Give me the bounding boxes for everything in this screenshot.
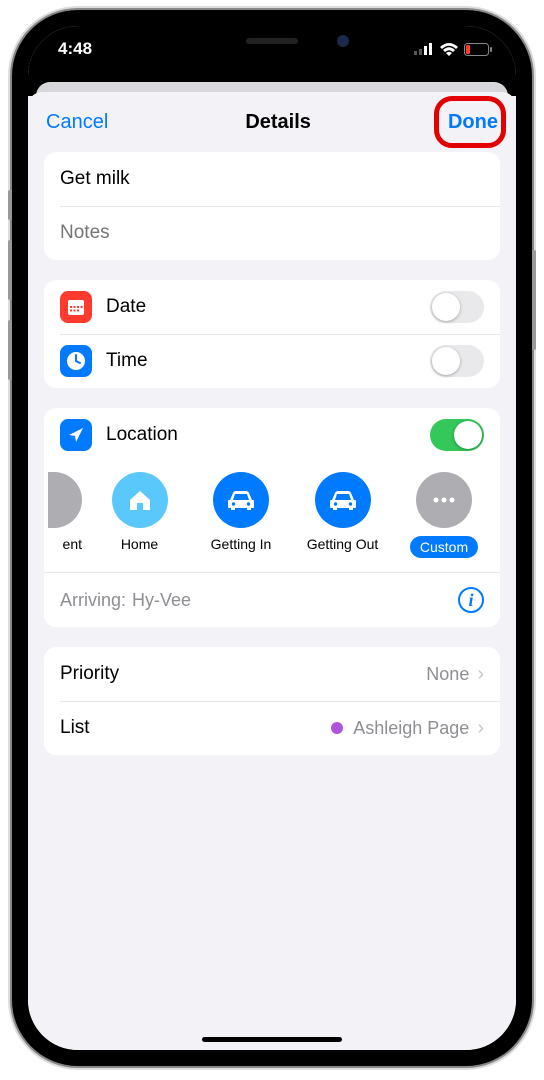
- arriving-value: Hy-Vee: [132, 590, 191, 611]
- info-icon[interactable]: i: [458, 587, 484, 613]
- priority-label: Priority: [60, 663, 426, 685]
- notes-input[interactable]: [60, 208, 484, 258]
- list-row[interactable]: List Ashleigh Page ›: [44, 701, 500, 755]
- cellular-icon: [414, 43, 434, 55]
- car-icon: [225, 488, 257, 512]
- location-options: ent Home Getting In: [44, 462, 500, 572]
- time-toggle[interactable]: [430, 345, 484, 377]
- location-label: Location: [106, 424, 430, 446]
- nav-bar: Cancel Details Done: [28, 92, 516, 152]
- date-row: Date: [44, 280, 500, 334]
- location-arrow-icon: [60, 419, 92, 451]
- location-option-getting-in[interactable]: Getting In: [197, 472, 285, 558]
- list-color-dot: [331, 722, 343, 734]
- location-option-getting-out[interactable]: Getting Out: [299, 472, 387, 558]
- location-toggle[interactable]: [430, 419, 484, 451]
- battery-icon: [464, 43, 492, 56]
- home-icon: [126, 486, 154, 514]
- arriving-row[interactable]: Arriving: Hy-Vee i: [44, 572, 500, 627]
- priority-list-group: Priority None › List Ashleigh Page ›: [44, 647, 500, 755]
- time-label: Time: [106, 350, 430, 372]
- location-option-home[interactable]: Home: [96, 472, 184, 558]
- title-notes-group: [44, 152, 500, 260]
- location-row: Location: [44, 408, 500, 462]
- date-time-group: Date Time: [44, 280, 500, 388]
- location-option-custom[interactable]: Custom: [400, 472, 488, 558]
- status-time: 4:48: [58, 39, 92, 59]
- time-row: Time: [44, 334, 500, 388]
- done-button[interactable]: Done: [448, 111, 498, 134]
- car-icon: [327, 488, 359, 512]
- date-label: Date: [106, 296, 430, 318]
- location-option-current[interactable]: ent: [44, 472, 82, 558]
- home-indicator[interactable]: [202, 1037, 342, 1042]
- wifi-icon: [440, 43, 458, 56]
- list-value: Ashleigh Page: [353, 718, 469, 739]
- cancel-button[interactable]: Cancel: [46, 111, 108, 134]
- chevron-right-icon: ›: [477, 663, 484, 686]
- list-label: List: [60, 717, 331, 739]
- priority-row[interactable]: Priority None ›: [44, 647, 500, 701]
- chevron-right-icon: ›: [477, 717, 484, 740]
- page-title: Details: [245, 111, 311, 134]
- more-icon: [432, 497, 456, 503]
- date-toggle[interactable]: [430, 291, 484, 323]
- clock-icon: [60, 345, 92, 377]
- title-input[interactable]: [60, 154, 484, 204]
- calendar-icon: [60, 291, 92, 323]
- arriving-prefix: Arriving:: [60, 590, 126, 611]
- location-group: Location ent Home: [44, 408, 500, 627]
- priority-value: None: [426, 664, 469, 685]
